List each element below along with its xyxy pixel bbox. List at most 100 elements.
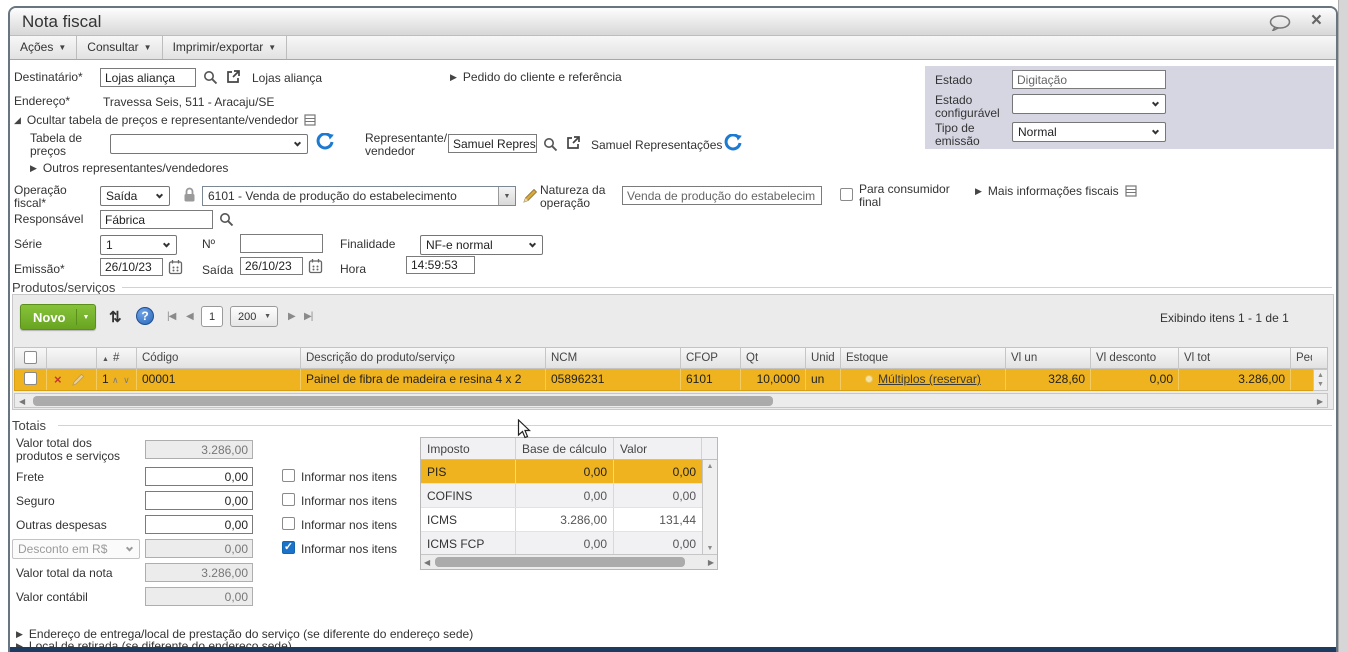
external-link-icon[interactable]	[225, 69, 241, 85]
collapsed-arrow-icon: ▶	[16, 628, 23, 639]
col-vl-un[interactable]: Vl un	[1006, 348, 1091, 368]
ocultar-tabela-collapsible[interactable]: ◢ Ocultar tabela de preços e representan…	[14, 113, 317, 127]
help-icon[interactable]: ?	[136, 307, 154, 325]
outras-despesas-input[interactable]: 0,00	[145, 515, 253, 534]
scroll-down-icon[interactable]: ▼	[1314, 381, 1327, 388]
frete-input[interactable]: 0,00	[145, 467, 253, 486]
desconto-input[interactable]: 0,00	[145, 539, 253, 558]
col-qt[interactable]: Qt	[741, 348, 806, 368]
col-estoque[interactable]: Estoque	[841, 348, 1006, 368]
outras-informar-checkbox[interactable]	[282, 517, 295, 530]
saida-input[interactable]: 26/10/23	[240, 257, 303, 275]
imposto-row-pis[interactable]: PIS 0,00 0,00	[421, 460, 717, 484]
refresh-icon[interactable]	[724, 134, 742, 152]
pagination-last[interactable]: ▶|	[304, 311, 313, 322]
row-checkbox[interactable]	[24, 372, 37, 385]
col-cfop[interactable]: CFOP	[681, 348, 741, 368]
seguro-informar-checkbox[interactable]	[282, 493, 295, 506]
form-sheet-icon[interactable]	[304, 114, 317, 126]
col-ncm[interactable]: NCM	[546, 348, 681, 368]
search-icon[interactable]	[543, 137, 558, 152]
destinatario-input[interactable]: Lojas aliança	[100, 68, 196, 87]
dropdown-button[interactable]: ▼	[498, 187, 515, 205]
estado-configuravel-select[interactable]	[1012, 94, 1166, 114]
multiplos-reservar-link[interactable]: Múltiplos (reservar)	[878, 372, 981, 386]
scroll-right-icon[interactable]: ▶	[708, 558, 714, 567]
pagination-first[interactable]: |◀	[167, 311, 176, 322]
emissao-input[interactable]: 26/10/23	[100, 258, 163, 276]
tabela-precos-select[interactable]	[110, 134, 308, 154]
outros-representantes-collapsible[interactable]: ▶ Outros representantes/vendedores	[30, 161, 228, 175]
col-descricao[interactable]: Descrição do produto/serviço	[301, 348, 546, 368]
desconto-informar-checkbox[interactable]: ✓	[282, 541, 295, 554]
valor-total-nota-input: 3.286,00	[145, 563, 253, 582]
search-icon[interactable]	[203, 70, 218, 85]
destinatario-link[interactable]: Lojas aliança	[252, 71, 322, 85]
browser-scroll-strip[interactable]	[1338, 0, 1348, 652]
search-icon[interactable]	[219, 212, 234, 227]
refresh-icon[interactable]	[316, 133, 334, 151]
delete-row-icon[interactable]: ×	[54, 373, 62, 386]
calendar-icon[interactable]	[168, 259, 183, 275]
scroll-left-icon[interactable]: ◀	[424, 558, 430, 567]
operacao-fiscal-combo[interactable]: 6101 - Venda de produção do estabelecime…	[202, 186, 516, 206]
select-all-checkbox[interactable]	[24, 351, 37, 364]
hora-input[interactable]: 14:59:53	[406, 256, 475, 274]
external-link-icon[interactable]	[565, 135, 581, 151]
pedido-cliente-collapsible[interactable]: ▶ Pedido do cliente e referência	[450, 70, 622, 84]
representante-input[interactable]: Samuel Represe	[448, 134, 537, 153]
col-pedido[interactable]: Pedi	[1291, 348, 1312, 368]
tipo-emissao-select[interactable]: Normal	[1012, 122, 1166, 142]
col-vl-tot[interactable]: Vl tot	[1179, 348, 1291, 368]
imposto-row-icms[interactable]: ICMS 3.286,00 131,44	[421, 508, 717, 532]
page-size-select[interactable]: 200 ▼	[230, 306, 278, 327]
col-unid[interactable]: Unid	[806, 348, 841, 368]
imposto-row-icms-fcp[interactable]: ICMS FCP 0,00 0,00	[421, 532, 717, 556]
grid-horizontal-scrollbar[interactable]: ◀ ▶	[14, 393, 1328, 408]
serie-select[interactable]: 1	[100, 235, 177, 255]
form-sheet-icon[interactable]	[1125, 185, 1137, 197]
reorder-icons[interactable]: ∧ ∨	[112, 375, 131, 385]
natureza-input[interactable]: Venda de produção do estabelecim	[622, 186, 822, 205]
impostos-horizontal-scrollbar[interactable]: ◀ ▶	[421, 554, 717, 569]
pagination-prev[interactable]: ◀	[186, 311, 194, 322]
destinatario-label: Destinatário*	[14, 70, 83, 84]
refresh-grid-icon[interactable]: ⇅	[109, 308, 122, 326]
imposto-row-cofins[interactable]: COFINS 0,00 0,00	[421, 484, 717, 508]
grid-vertical-scrollbar[interactable]: ▲ ▼	[1313, 369, 1328, 391]
consumidor-final-checkbox[interactable]	[840, 188, 853, 201]
impostos-vertical-scrollbar[interactable]: ▲ ▼	[702, 460, 717, 556]
operacao-tipo-select[interactable]: Saída	[100, 186, 170, 206]
chat-bubble-icon[interactable]	[1269, 15, 1292, 31]
novo-button[interactable]: Novo ▼	[20, 304, 97, 330]
col-vl-desconto[interactable]: Vl desconto	[1091, 348, 1179, 368]
close-icon[interactable]: ×	[1311, 10, 1322, 32]
estado-input[interactable]: Digitação	[1012, 70, 1166, 89]
calendar-icon[interactable]	[308, 258, 323, 274]
responsavel-input[interactable]: Fábrica	[100, 210, 213, 229]
desconto-tipo-select[interactable]: Desconto em R$	[12, 539, 140, 559]
menu-acoes[interactable]: Ações ▼	[10, 36, 78, 59]
seguro-input[interactable]: 0,00	[145, 491, 253, 510]
scroll-left-icon[interactable]: ◀	[19, 397, 25, 406]
representante-link[interactable]: Samuel Representações	[591, 138, 722, 152]
numero-input[interactable]	[240, 234, 323, 253]
page-number-box[interactable]: 1	[201, 306, 223, 327]
scroll-right-icon[interactable]: ▶	[1317, 397, 1323, 406]
frete-informar-checkbox[interactable]	[282, 469, 295, 482]
edit-row-pencil-icon[interactable]	[72, 373, 85, 386]
scroll-up-icon[interactable]: ▲	[703, 463, 717, 470]
menu-consultar[interactable]: Consultar ▼	[77, 36, 163, 59]
finalidade-select[interactable]: NF-e normal	[420, 235, 543, 255]
scrollbar-thumb[interactable]	[435, 557, 685, 567]
col-num[interactable]: ▲ #	[97, 348, 137, 368]
edit-pencil-icon[interactable]	[523, 188, 538, 203]
scroll-down-icon[interactable]: ▼	[703, 545, 717, 552]
col-codigo[interactable]: Código	[137, 348, 301, 368]
produto-table-row[interactable]: × 1 ∧ ∨ 00001 Painel de fibra de madeira…	[14, 369, 1328, 391]
menu-imprimir-exportar[interactable]: Imprimir/exportar ▼	[163, 36, 288, 59]
mais-informacoes-collapsible[interactable]: ▶ Mais informações fiscais	[975, 184, 1137, 198]
pagination-next[interactable]: ▶	[288, 311, 296, 322]
scrollbar-thumb[interactable]	[33, 396, 773, 406]
scroll-up-icon[interactable]: ▲	[1314, 372, 1327, 379]
